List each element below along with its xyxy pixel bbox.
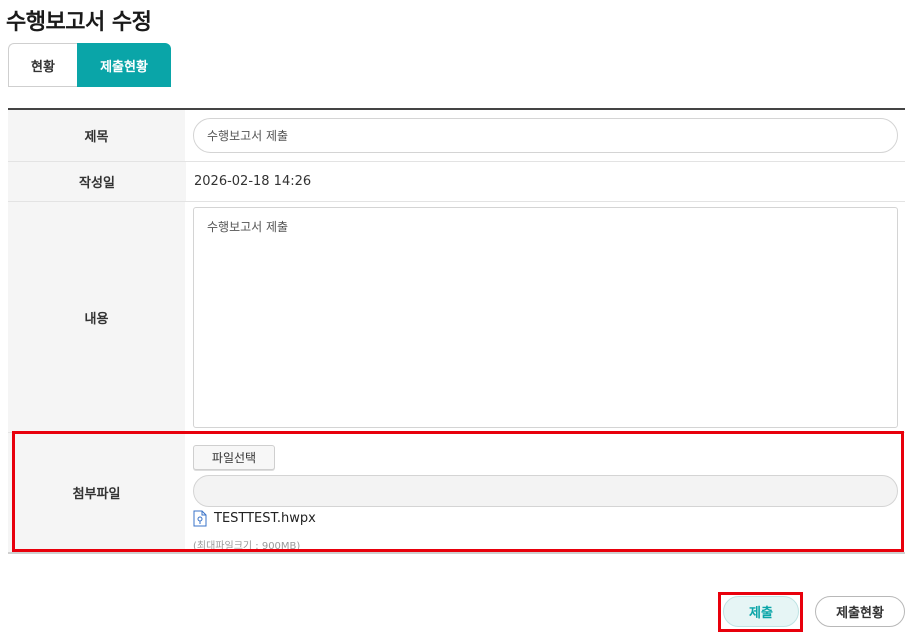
content-row: 내용 수행보고서 제출 <box>8 202 905 433</box>
title-label: 제목 <box>8 110 185 161</box>
date-value: 2026-02-18 14:26 <box>194 174 312 189</box>
submit-button[interactable]: 제출 <box>723 596 799 627</box>
tab-bar: 현황 제출현황 <box>8 43 171 87</box>
hwp-file-icon <box>193 510 207 527</box>
file-size-hint: (최대파일크기 : 900MB) <box>193 541 301 552</box>
title-input[interactable]: 수행보고서 제출 <box>193 118 898 153</box>
title-row: 제목 수행보고서 제출 <box>8 110 905 162</box>
submit-status-button[interactable]: 제출현황 <box>815 596 905 627</box>
page-title: 수행보고서 수정 <box>6 10 152 35</box>
tab-submit-status[interactable]: 제출현황 <box>77 43 171 87</box>
attachment-label: 첨부파일 <box>8 433 185 552</box>
file-path-input[interactable] <box>193 474 898 507</box>
date-row: 작성일 2026-02-18 14:26 <box>8 162 905 202</box>
tab-status[interactable]: 현황 <box>8 43 77 87</box>
date-label: 작성일 <box>8 162 186 201</box>
attachment-row: 첨부파일 파일선택 TESTTEST.hwpx (최대파일크기 : 900MB) <box>8 433 905 554</box>
report-form: 제목 수행보고서 제출 작성일 2026-02-18 14:26 내용 수행보고… <box>8 108 905 554</box>
attached-file-name: TESTTEST.hwpx <box>214 511 316 526</box>
content-textarea[interactable]: 수행보고서 제출 <box>193 206 898 428</box>
content-label: 내용 <box>8 202 185 432</box>
file-select-button[interactable]: 파일선택 <box>193 445 275 470</box>
attached-file[interactable]: TESTTEST.hwpx <box>193 510 898 527</box>
